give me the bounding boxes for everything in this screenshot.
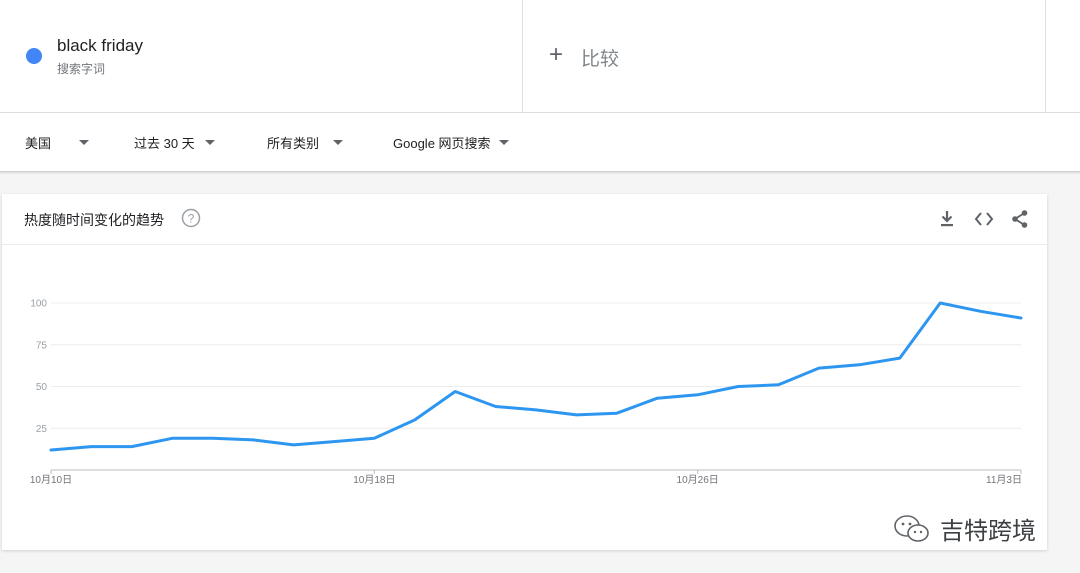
compare-button[interactable]: + 比较 [524, 0, 1046, 112]
y-tick-label: 25 [36, 424, 48, 435]
x-tick-label: 10月10日 [30, 474, 72, 486]
y-tick-label: 75 [36, 340, 48, 351]
x-tick-label: 10月26日 [677, 474, 719, 486]
x-tick-label: 11月3日 [986, 474, 1022, 486]
caret-down-icon [498, 140, 509, 145]
caret-down-icon [204, 140, 215, 145]
search-term-bar: black friday 搜索字词 + 比较 [0, 0, 1080, 113]
y-axis-ticks: 100 75 50 25 [30, 299, 47, 435]
y-tick-label: 100 [30, 299, 47, 310]
series-color-dot [26, 48, 42, 64]
caret-down-icon [79, 140, 90, 145]
filter-bar: 美国 过去 30 天 所有类别 Google 网页搜索 [0, 113, 1080, 172]
plus-icon: + [549, 41, 564, 68]
search-term-sublabel: 搜索字词 [57, 62, 106, 76]
search-type-filter[interactable]: Google 网页搜索 [393, 133, 509, 152]
search-term-name[interactable]: black friday [57, 36, 143, 56]
watermark-text: 吉特跨境 [940, 517, 1036, 545]
trend-line-chart: 100 75 50 25 10月10日 10月18日 10月26日 11月3日 [30, 299, 1023, 486]
x-tick-label: 10月18日 [353, 474, 395, 486]
interest-over-time-card: 热度随时间变化的趋势 ? 100 75 50 25 10月10日 10月18日 10月26… [2, 194, 1047, 550]
category-filter-label: 所有类别 [267, 136, 320, 151]
gridlines [51, 302, 1021, 471]
watermark: 吉特跨境 [892, 511, 1036, 546]
caret-down-icon [333, 140, 344, 145]
compare-label: 比较 [581, 49, 620, 70]
y-tick-label: 50 [36, 382, 48, 393]
search-type-filter-label: Google 网页搜索 [393, 136, 491, 151]
category-filter[interactable]: 所有类别 [267, 133, 344, 152]
time-range-filter-label: 过去 30 天 [134, 136, 195, 151]
x-axis-ticks: 10月10日 10月18日 10月26日 11月3日 [30, 470, 1022, 486]
time-range-filter[interactable]: 过去 30 天 [134, 133, 215, 152]
region-filter[interactable]: 美国 [25, 133, 90, 152]
region-filter-label: 美国 [25, 136, 52, 151]
search-term-card[interactable]: black friday 搜索字词 [2, 0, 523, 112]
wechat-icon [894, 514, 929, 542]
